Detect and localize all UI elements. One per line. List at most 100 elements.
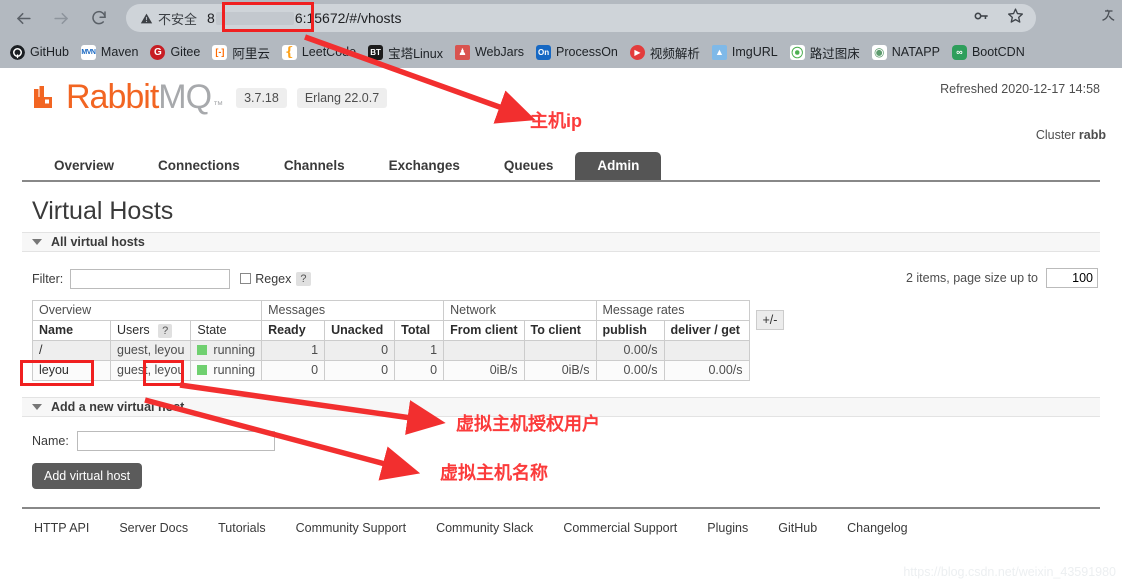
logo-tm: ™	[213, 100, 223, 111]
omnibox-actions	[973, 4, 1024, 32]
all-vhosts-section-header[interactable]: All virtual hosts	[22, 231, 1100, 252]
col-users-help-icon[interactable]: ?	[158, 324, 173, 338]
refreshed-timestamp: Refreshed 2020-12-17 14:58	[940, 82, 1100, 96]
footer-link-tutorials[interactable]: Tutorials	[218, 521, 265, 535]
filter-row: Filter: Regex ? 2 items, page size up to	[22, 260, 1100, 298]
bookmark-baota[interactable]: BT 宝塔Linux	[368, 43, 443, 62]
table-group-header-row: Overview Messages Network Message rates …	[31, 299, 791, 340]
filter-input[interactable]	[70, 268, 231, 289]
reload-icon[interactable]	[84, 3, 114, 33]
tab-channels[interactable]: Channels	[262, 152, 367, 181]
vhost-name-input[interactable]	[76, 430, 275, 451]
bookmark-natapp[interactable]: ◉ NATAPP	[871, 44, 940, 60]
col-publish[interactable]: publish	[595, 319, 665, 341]
plus-minus-button[interactable]: +/-	[755, 310, 785, 330]
tab-exchanges[interactable]: Exchanges	[367, 152, 482, 181]
bookmark-tuchuang[interactable]: ⦿ 路过图床	[789, 43, 860, 62]
bookmark-bootcdn[interactable]: ∞ BootCDN	[951, 44, 1025, 60]
main-nav-tabs: Overview Connections Channels Exchanges …	[22, 150, 1100, 182]
bookmark-webjars[interactable]: ♟ WebJars	[454, 44, 524, 60]
logo-mq-text: MQ	[158, 78, 212, 116]
table-row[interactable]: / guest, leyou running 1 0 1 0.00/s	[32, 339, 791, 361]
add-vhost-section: Add a new virtual host Name: Add virtual…	[22, 396, 1100, 489]
url-redaction	[215, 11, 294, 25]
tab-queues[interactable]: Queues	[482, 152, 576, 181]
app-header: Rabbit MQ ™ 3.7.18 Erlang 22.0.7 Refreshed…	[22, 68, 1106, 142]
col-ready[interactable]: Ready	[261, 319, 326, 341]
bookmark-github[interactable]: GitHub	[10, 44, 69, 60]
github-icon	[10, 44, 25, 60]
star-icon[interactable]	[1007, 7, 1024, 29]
security-indicator[interactable]: 不安全	[140, 9, 197, 28]
footer-link-community-slack[interactable]: Community Slack	[436, 521, 533, 535]
address-bar[interactable]: 不安全 8 6:15672/#/vhosts	[126, 4, 1036, 32]
translate-icon[interactable]	[1100, 6, 1120, 31]
cell-unacked: 0	[324, 339, 396, 361]
bootcdn-icon: ∞	[951, 44, 967, 60]
col-state[interactable]: State	[190, 319, 263, 341]
bookmark-processon[interactable]: On ProcessOn	[536, 44, 618, 60]
footer-link-http-api[interactable]: HTTP API	[34, 521, 89, 535]
bookmark-video-parse[interactable]: ▶ 视频解析	[629, 43, 700, 62]
add-vhost-name-row: Name:	[22, 430, 1100, 451]
state-indicator-icon	[197, 365, 208, 375]
security-label: 不安全	[158, 11, 198, 27]
bookmark-imgurl[interactable]: ▲ ImgURL	[711, 44, 778, 60]
tab-connections[interactable]: Connections	[136, 152, 262, 181]
cluster-label: Cluster	[1035, 128, 1076, 142]
add-virtual-host-button[interactable]: Add virtual host	[32, 462, 143, 489]
screenshot-root: 不安全 8 6:15672/#/vhosts GitHub MVN Maven …	[0, 0, 1122, 583]
cell-state-label: running	[213, 343, 256, 357]
key-icon[interactable]	[973, 8, 989, 29]
regex-checkbox[interactable]	[240, 273, 252, 284]
footer-link-commercial-support[interactable]: Commercial Support	[563, 521, 677, 535]
rabbitmq-logo[interactable]: Rabbit MQ ™ 3.7.18 Erlang 22.0.7	[32, 78, 388, 116]
col-deliver-get[interactable]: deliver / get	[663, 319, 750, 341]
page-content: Rabbit MQ ™ 3.7.18 Erlang 22.0.7 Refreshed…	[0, 68, 1122, 583]
gitee-icon: G	[150, 44, 166, 60]
cell-name[interactable]: /	[32, 339, 111, 361]
col-users-label: Users	[117, 323, 150, 337]
vhosts-table: Overview Messages Network Message rates …	[31, 299, 791, 381]
rabbit-logo-icon	[34, 86, 52, 108]
footer-link-community-support[interactable]: Community Support	[296, 521, 406, 535]
page-size-input[interactable]	[1046, 267, 1098, 288]
section-label: All virtual hosts	[51, 234, 145, 249]
footer-link-github[interactable]: GitHub	[778, 521, 817, 535]
cell-publish: 0.00/s	[595, 339, 665, 361]
tab-overview[interactable]: Overview	[32, 152, 136, 181]
col-name[interactable]: Name	[32, 319, 111, 341]
col-from-client[interactable]: From client	[443, 319, 525, 341]
cell-to-client	[523, 339, 597, 361]
cell-publish: 0.00/s	[595, 359, 665, 381]
bookmark-aliyun[interactable]: [-] 阿里云	[212, 43, 270, 62]
help-icon[interactable]: ?	[296, 271, 311, 286]
url-prefix: 8	[207, 10, 215, 26]
col-total[interactable]: Total	[394, 319, 445, 341]
footer-link-server-docs[interactable]: Server Docs	[119, 521, 188, 535]
bookmark-label: NATAPP	[891, 45, 940, 59]
cell-name[interactable]: leyou	[32, 359, 111, 381]
table-row[interactable]: leyou guest, leyou running 0 0 0 0iB/s 0…	[32, 359, 791, 381]
col-users[interactable]: Users ?	[109, 319, 192, 341]
warning-icon	[140, 13, 153, 23]
tab-admin[interactable]: Admin	[575, 151, 662, 180]
col-unacked[interactable]: Unacked	[324, 319, 396, 341]
bookmark-maven[interactable]: MVN Maven	[80, 44, 138, 60]
col-to-client[interactable]: To client	[523, 319, 597, 341]
bookmarks-bar: GitHub MVN Maven G Gitee [-] 阿里云 ❴ LeetC…	[0, 36, 1122, 68]
footer-link-plugins[interactable]: Plugins	[707, 521, 748, 535]
bookmark-gitee[interactable]: G Gitee	[150, 44, 200, 60]
cell-spacer	[749, 360, 791, 380]
back-icon[interactable]	[8, 3, 38, 33]
bookmark-leetcode[interactable]: ❴ LeetCode	[281, 44, 356, 60]
add-vhost-section-header[interactable]: Add a new virtual host	[22, 396, 1100, 417]
url-text[interactable]: 8 6:15672/#/vhosts	[207, 10, 401, 26]
chevron-down-icon	[32, 403, 42, 410]
cell-spacer	[749, 340, 791, 360]
group-overview: Overview	[31, 299, 263, 321]
bookmark-label: GitHub	[30, 45, 69, 59]
footer-link-changelog[interactable]: Changelog	[847, 521, 907, 535]
cell-state-label: running	[213, 363, 256, 377]
cell-total: 0	[394, 359, 445, 381]
